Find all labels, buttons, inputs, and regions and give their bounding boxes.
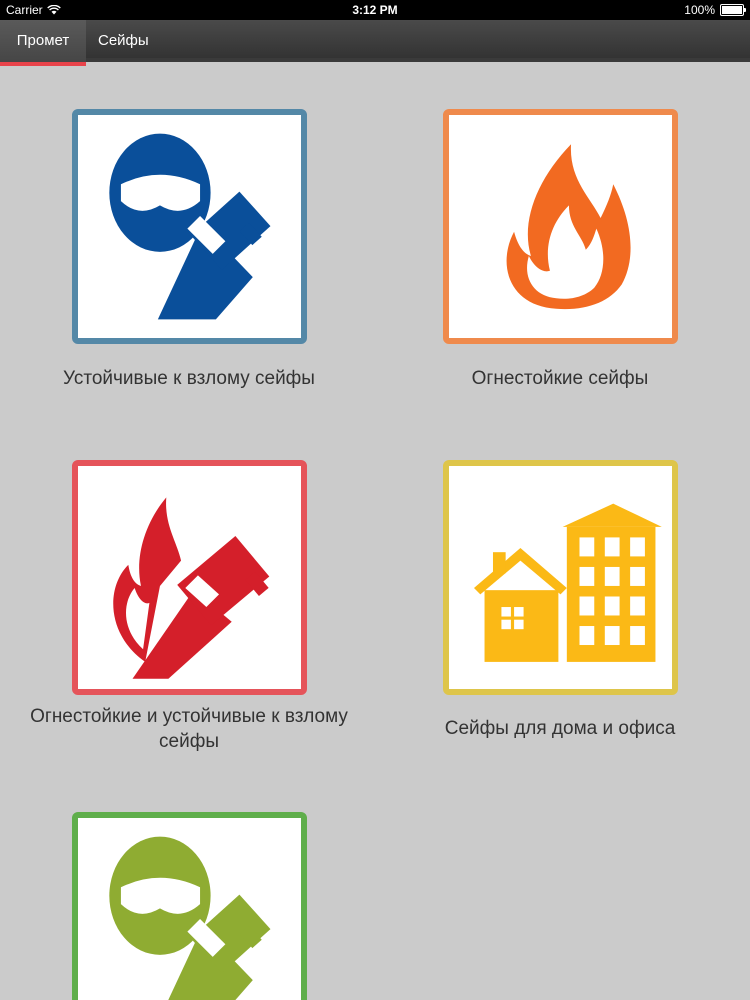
category-home-office-tile[interactable]	[443, 460, 678, 695]
burglar-hammer-icon	[109, 836, 271, 1000]
category-fire-resistant-tile[interactable]	[443, 109, 678, 344]
tab-safes[interactable]: Сейфы	[86, 20, 149, 62]
category-home-office-label: Сейфы для дома и офиса	[444, 718, 676, 739]
status-bar: Carrier 3:12 PM 100%	[0, 0, 750, 20]
status-time: 3:12 PM	[352, 3, 398, 17]
status-right: 100%	[684, 3, 746, 17]
tab-promet[interactable]: Промет	[0, 20, 86, 66]
burglar-hammer-icon	[109, 133, 271, 320]
flame-icon	[506, 144, 631, 310]
battery-icon	[720, 4, 746, 16]
tab-safes-label: Сейфы	[98, 32, 149, 49]
tab-promet-label: Промет	[16, 32, 70, 49]
category-5-tile[interactable]	[72, 812, 307, 1000]
category-fire-burglary-resistant-label: Огнестойкие и устойчивые к взлому сейфы	[30, 706, 348, 752]
category-fire-burglary-resistant-tile[interactable]	[72, 460, 307, 695]
tab-bar: Промет Сейфы	[0, 20, 750, 66]
house-building-icon	[473, 503, 662, 662]
category-burglary-resistant-label: Устойчивые к взлому сейфы	[63, 368, 315, 389]
category-fire-resistant-label: Огнестойкие сейфы	[471, 368, 649, 389]
flame-hammer-icon	[113, 497, 270, 679]
active-tab-indicator	[0, 62, 86, 66]
category-burglary-resistant-tile[interactable]	[72, 109, 307, 344]
battery-percent: 100%	[684, 3, 715, 17]
app-screen: Carrier 3:12 PM 100% Промет Сейфы Устойч…	[0, 0, 750, 1000]
